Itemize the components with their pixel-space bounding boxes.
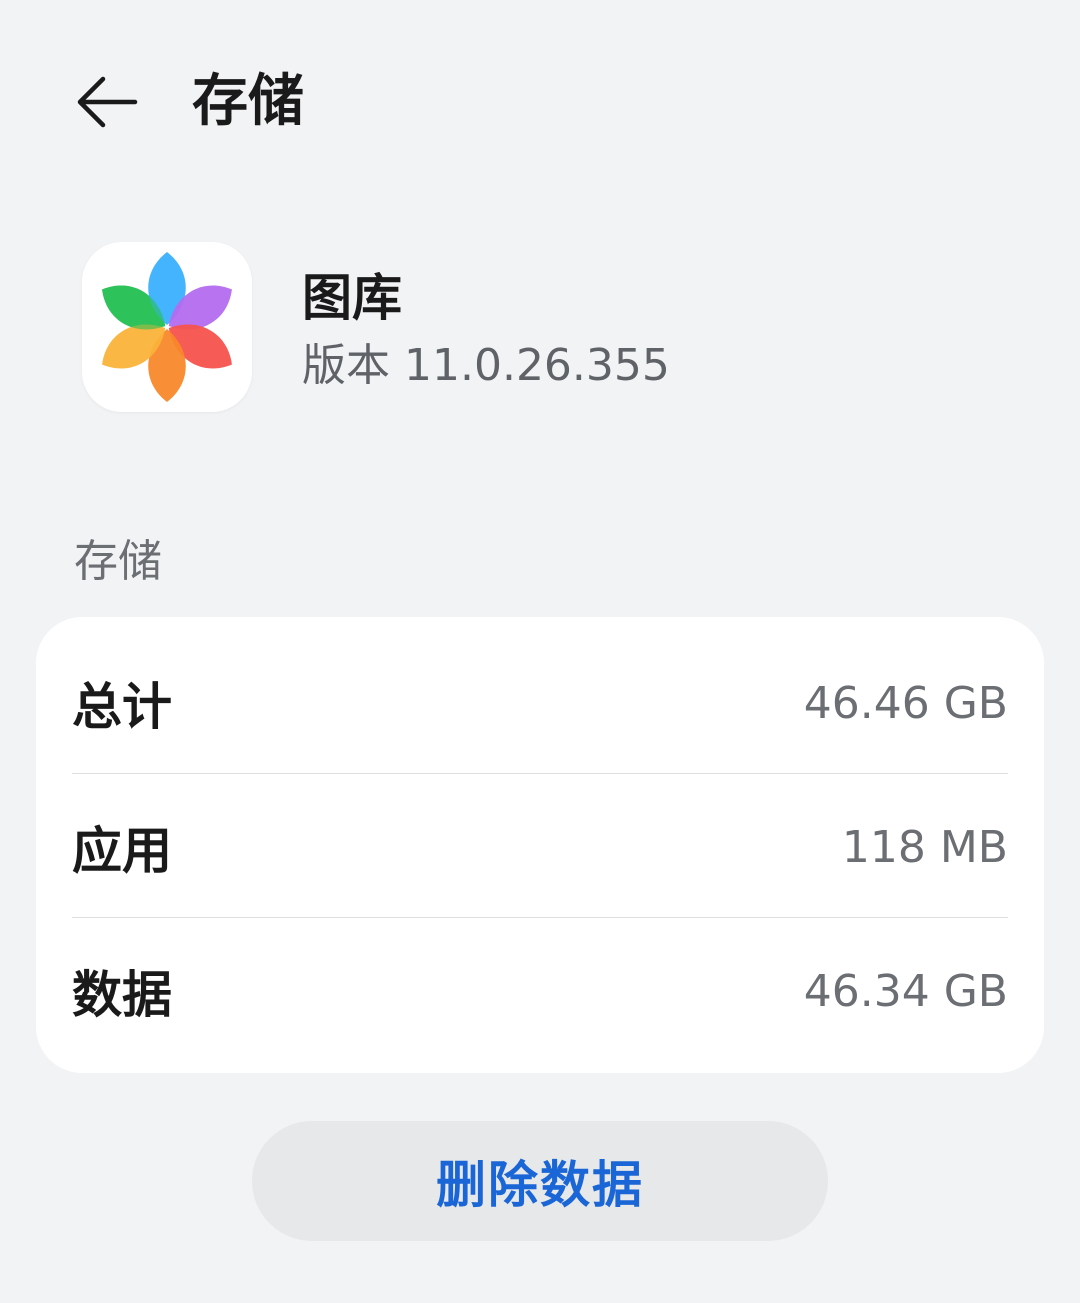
delete-data-button[interactable]: 删除数据 [252, 1121, 828, 1241]
app-icon [82, 242, 252, 412]
back-button[interactable] [62, 60, 152, 144]
row-value: 46.46 GB [803, 677, 1008, 729]
gallery-flower-icon [102, 252, 232, 402]
top-app-bar: 存储 [0, 0, 1080, 200]
divider [72, 917, 1008, 918]
divider [72, 773, 1008, 774]
storage-section-label: 存储 [74, 536, 162, 587]
row-label: 数据 [72, 966, 172, 1024]
delete-data-label: 删除数据 [436, 1156, 644, 1214]
storage-row-data: 数据 46.34 GB [72, 919, 1008, 1063]
row-value: 118 MB [841, 821, 1008, 873]
app-version: 版本 11.0.26.355 [302, 340, 670, 391]
row-value: 46.34 GB [803, 965, 1008, 1017]
storage-row-app: 应用 118 MB [72, 775, 1008, 919]
storage-row-total: 总计 46.46 GB [72, 631, 1008, 775]
storage-card: 总计 46.46 GB 应用 118 MB 数据 46.34 GB [36, 617, 1044, 1073]
row-label: 应用 [72, 822, 172, 880]
row-label: 总计 [72, 678, 172, 736]
app-name: 图库 [302, 269, 402, 327]
page-title: 存储 [192, 69, 304, 134]
arrow-left-icon [77, 76, 138, 128]
